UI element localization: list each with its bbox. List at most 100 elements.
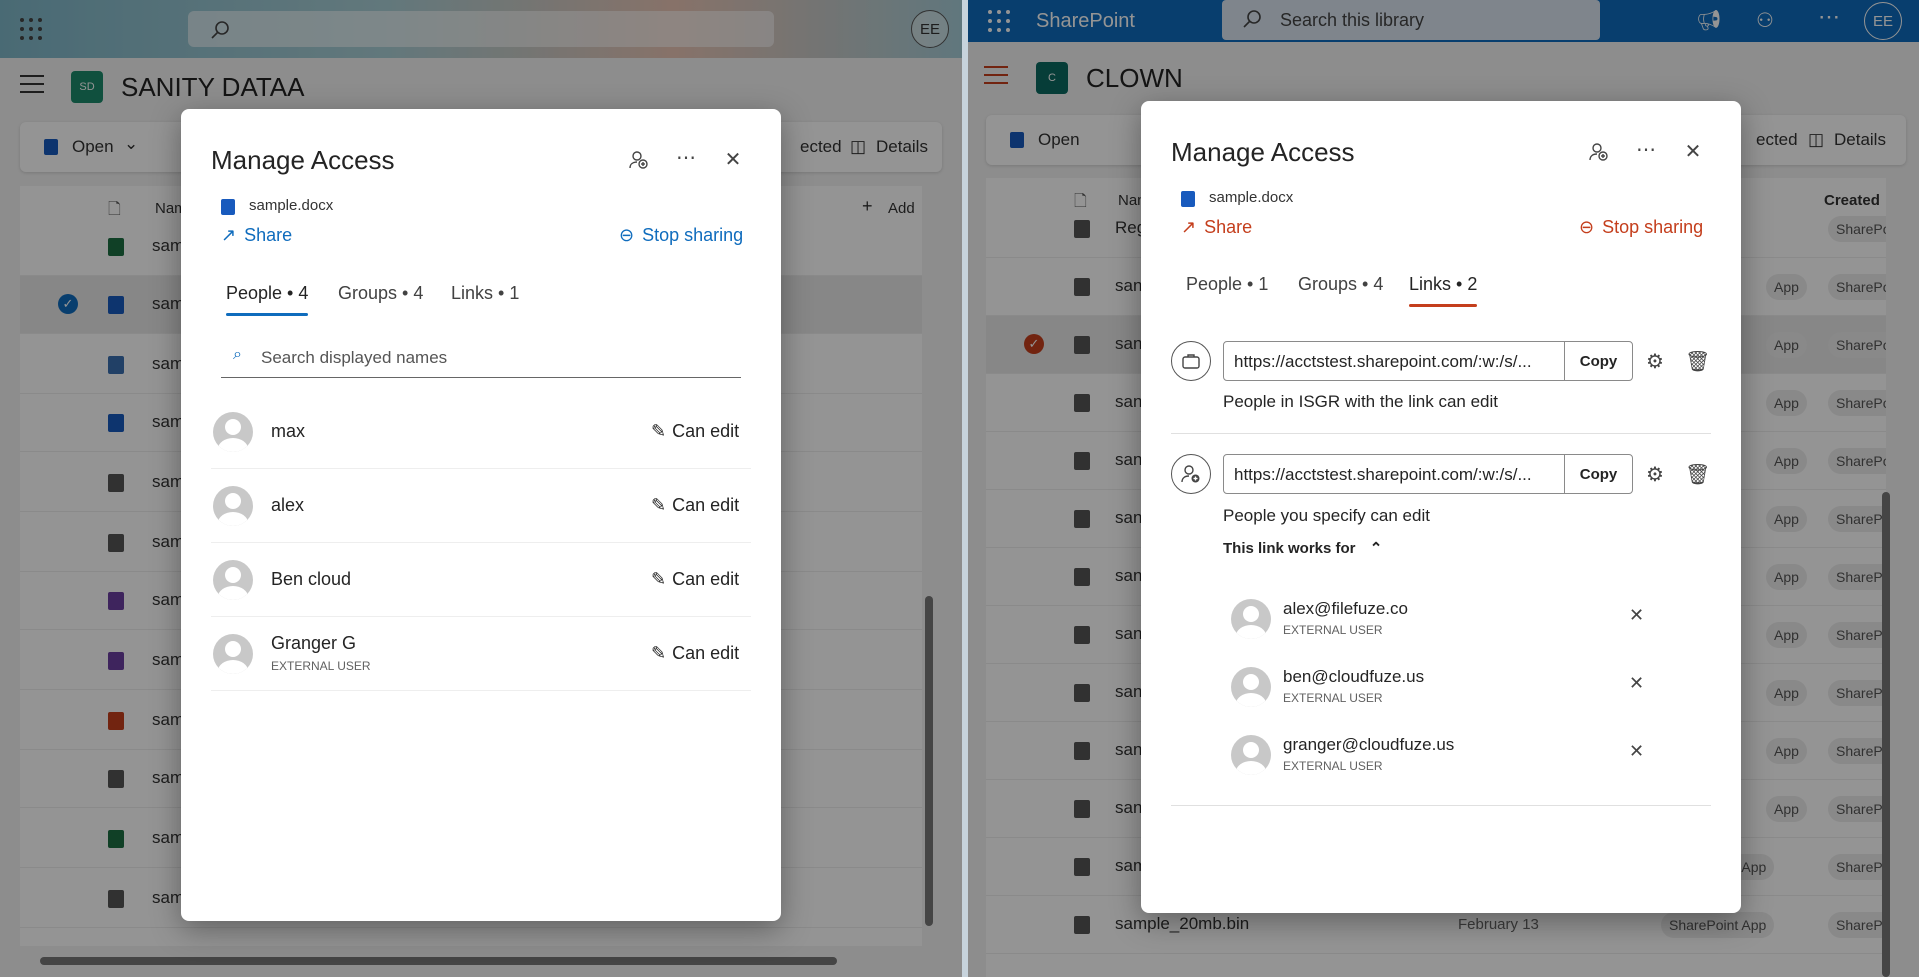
pencil-icon: ✎ (651, 569, 667, 589)
tab-people[interactable]: People • 1 (1186, 274, 1268, 295)
tab-groups[interactable]: Groups • 4 (1298, 274, 1383, 295)
link-description: People in ISGR with the link can edit (1223, 392, 1498, 411)
grant-access-icon[interactable] (627, 148, 651, 172)
person-row[interactable]: max ✎ Can edit (211, 395, 751, 469)
search-placeholder: Search displayed names (261, 348, 448, 367)
avatar (1231, 735, 1271, 775)
person-name: alex (271, 495, 305, 515)
file-name: sample.docx (249, 197, 334, 214)
link-url-field[interactable]: https://acctstest.sharepoint.com/:w:/s/.… (1223, 454, 1633, 494)
search-icon: ⌕ (233, 346, 242, 363)
recipient-type: EXTERNAL USER (1283, 623, 1383, 637)
link-settings-icon[interactable]: ⚙ (1646, 349, 1664, 374)
permission-label: Can edit (672, 569, 740, 589)
link-url-field[interactable]: https://acctstest.sharepoint.com/:w:/s/.… (1223, 341, 1633, 381)
chevron-up-icon: ⌃ (1369, 540, 1383, 557)
more-options-icon[interactable]: ⋯ (674, 145, 698, 169)
permission-label: Can edit (672, 421, 740, 441)
divider (1171, 433, 1711, 434)
share-button[interactable]: ↗ Share (1181, 217, 1252, 238)
pencil-icon: ✎ (651, 495, 667, 515)
avatar (213, 560, 253, 600)
remove-recipient-icon[interactable]: ✕ (1629, 673, 1644, 694)
tab-people-label: People • 4 (226, 283, 309, 303)
avatar (213, 412, 253, 452)
organization-link-icon (1171, 341, 1211, 381)
remove-recipient-icon[interactable]: ✕ (1629, 741, 1644, 762)
pencil-icon: ✎ (651, 421, 667, 441)
recipient-email: alex@filefuze.co (1283, 599, 1408, 618)
divider (1171, 805, 1711, 806)
recipient-type: EXTERNAL USER (1283, 759, 1383, 773)
permission-label: Can edit (672, 643, 740, 663)
close-icon[interactable]: ✕ (1681, 139, 1705, 163)
share-icon: ↗ (221, 225, 237, 245)
link-url: https://acctstest.sharepoint.com/:w:/s/.… (1234, 352, 1532, 371)
active-tab-indicator (226, 313, 309, 316)
person-row[interactable]: Granger G EXTERNAL USER ✎ Can edit (211, 617, 751, 691)
permission-dropdown[interactable]: ✎ Can edit (651, 495, 739, 516)
share-label: Share (1204, 217, 1253, 237)
grant-access-icon[interactable] (1587, 140, 1611, 164)
left-window: EE SD SANITY DATAA Open ⌄ ected ◫ Detail… (0, 0, 962, 977)
link-works-for-toggle[interactable]: This link works for ⌃ (1223, 539, 1382, 557)
link-works-for-label: This link works for (1223, 540, 1356, 557)
recipient-type: EXTERNAL USER (1283, 691, 1383, 705)
avatar (1231, 667, 1271, 707)
person-name: Granger G (271, 633, 357, 653)
avatar (1231, 599, 1271, 639)
person-type: EXTERNAL USER (271, 659, 371, 673)
pencil-icon: ✎ (651, 643, 667, 663)
file-name: sample.docx (1209, 189, 1294, 206)
link-description: People you specify can edit (1223, 506, 1430, 525)
link-settings-icon[interactable]: ⚙ (1646, 462, 1664, 487)
close-icon[interactable]: ✕ (721, 147, 745, 171)
stop-sharing-label: Stop sharing (642, 225, 744, 245)
share-button[interactable]: ↗ Share (221, 225, 292, 246)
avatar (213, 486, 253, 526)
recipient-email: granger@cloudfuze.us (1283, 735, 1455, 754)
search-people-input[interactable]: ⌕ Search displayed names (221, 338, 741, 378)
link-url: https://acctstest.sharepoint.com/:w:/s/.… (1234, 465, 1532, 484)
stop-sharing-label: Stop sharing (1602, 217, 1704, 237)
permission-label: Can edit (672, 495, 740, 515)
stop-sharing-icon: ⊖ (619, 225, 635, 245)
recipient-row: granger@cloudfuze.us EXTERNAL USER ✕ (1231, 729, 1681, 789)
dialog-title: Manage Access (1171, 137, 1355, 167)
copy-link-button[interactable]: Copy (1564, 342, 1632, 380)
specific-people-link-icon (1171, 454, 1211, 494)
more-options-icon[interactable]: ⋯ (1634, 137, 1658, 161)
tab-links[interactable]: Links • 2 (1409, 274, 1478, 307)
person-row[interactable]: Ben cloud ✎ Can edit (211, 543, 751, 617)
permission-dropdown[interactable]: ✎ Can edit (651, 643, 739, 664)
delete-link-icon[interactable]: 🗑︎ (1685, 349, 1710, 374)
share-icon: ↗ (1181, 217, 1197, 237)
word-file-icon (221, 199, 235, 215)
avatar (213, 634, 253, 674)
recipient-row: alex@filefuze.co EXTERNAL USER ✕ (1231, 593, 1681, 653)
tab-links[interactable]: Links • 1 (451, 283, 519, 304)
tab-people[interactable]: People • 4 (226, 283, 309, 316)
person-name: max (271, 421, 306, 441)
copy-link-button[interactable]: Copy (1564, 455, 1632, 493)
person-name: Ben cloud (271, 569, 352, 589)
recipient-row: ben@cloudfuze.us EXTERNAL USER ✕ (1231, 661, 1681, 721)
manage-access-dialog: Manage Access ⋯ ✕ sample.docx ↗ Share ⊖ … (181, 109, 781, 921)
recipient-email: ben@cloudfuze.us (1283, 667, 1425, 686)
permission-dropdown[interactable]: ✎ Can edit (651, 421, 739, 442)
stop-sharing-button[interactable]: ⊖ Stop sharing (1579, 217, 1703, 238)
permission-dropdown[interactable]: ✎ Can edit (651, 569, 739, 590)
stop-sharing-button[interactable]: ⊖ Stop sharing (619, 225, 743, 246)
share-label: Share (244, 225, 293, 245)
delete-link-icon[interactable]: 🗑︎ (1685, 462, 1710, 487)
person-row[interactable]: alex ✎ Can edit (211, 469, 751, 543)
manage-access-dialog: Manage Access ⋯ ✕ sample.docx ↗ Share ⊖ … (1141, 101, 1741, 913)
right-window: SharePoint Search this library 📢︎ ⚇ ⋯ EE… (968, 0, 1919, 977)
word-file-icon (1181, 191, 1195, 207)
tab-links-label: Links • 2 (1409, 274, 1478, 294)
active-tab-indicator (1409, 304, 1478, 307)
stop-sharing-icon: ⊖ (1579, 217, 1595, 237)
tab-groups[interactable]: Groups • 4 (338, 283, 423, 304)
dialog-title: Manage Access (211, 145, 395, 175)
remove-recipient-icon[interactable]: ✕ (1629, 605, 1644, 626)
